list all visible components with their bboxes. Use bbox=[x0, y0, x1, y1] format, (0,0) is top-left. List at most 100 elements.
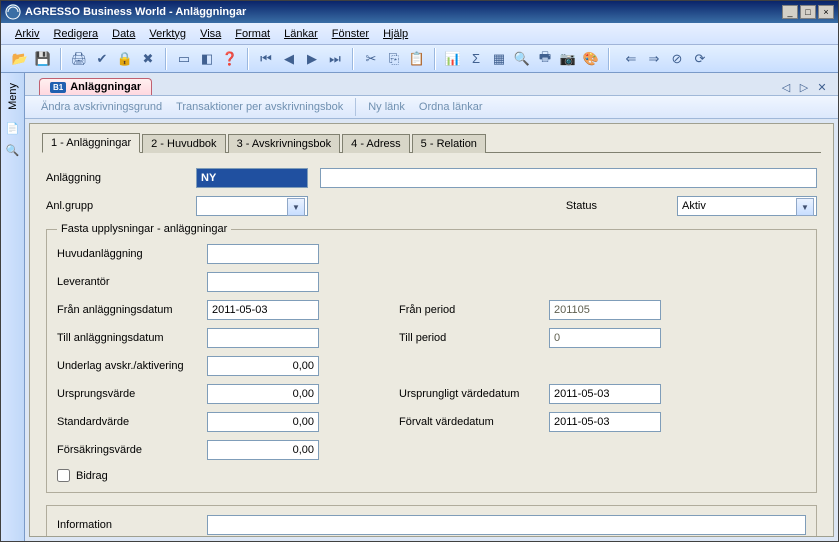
cut-icon[interactable]: ✂ bbox=[360, 48, 382, 70]
anlgrupp-select[interactable] bbox=[196, 196, 308, 216]
fran-period-input bbox=[549, 300, 661, 320]
status-label: Status bbox=[566, 200, 597, 212]
window-title: AGRESSO Business World - Anläggningar bbox=[25, 6, 782, 18]
menu-bar: Arkiv Redigera Data Verktyg Visa Format … bbox=[1, 23, 838, 45]
form-tab-3[interactable]: 3 - Avskrivningsbok bbox=[228, 134, 341, 153]
zoom-icon[interactable]: 🔍 bbox=[511, 48, 533, 70]
ursprungsvarde-label: Ursprungsvärde bbox=[57, 388, 207, 400]
tab-next-icon[interactable]: ▷ bbox=[796, 79, 812, 95]
bidrag-checkbox[interactable] bbox=[57, 469, 70, 482]
menu-arkiv[interactable]: Arkiv bbox=[9, 26, 45, 42]
left-sidebar: Meny 📄 🔍 bbox=[1, 73, 25, 541]
till-period-label: Till period bbox=[399, 332, 549, 344]
menu-redigera[interactable]: Redigera bbox=[47, 26, 104, 42]
refresh-icon[interactable]: ⟳ bbox=[689, 48, 711, 70]
app-icon bbox=[5, 4, 21, 20]
maximize-button[interactable]: □ bbox=[800, 5, 816, 19]
menu-verktyg[interactable]: Verktyg bbox=[143, 26, 192, 42]
stop-icon[interactable]: ⊘ bbox=[666, 48, 688, 70]
link-andra-avskrivningsgrund[interactable]: Ändra avskrivningsgrund bbox=[35, 99, 168, 115]
leverantor-input[interactable] bbox=[207, 272, 319, 292]
forward-icon[interactable]: ⇒ bbox=[643, 48, 665, 70]
tab-close-icon[interactable]: ✕ bbox=[814, 79, 830, 95]
doc-icon[interactable]: 📄 bbox=[4, 120, 22, 138]
help-icon[interactable]: ❓ bbox=[219, 48, 241, 70]
form-tab-4[interactable]: 4 - Adress bbox=[342, 134, 410, 153]
next-icon[interactable]: ▶ bbox=[301, 48, 323, 70]
doc-tab-badge: B1 bbox=[50, 82, 66, 93]
anlaggning-desc-input[interactable] bbox=[320, 168, 817, 188]
ursprungsvarde-input[interactable] bbox=[207, 384, 319, 404]
till-anlaggningsdatum-label: Till anläggningsdatum bbox=[57, 332, 207, 344]
close-button[interactable]: × bbox=[818, 5, 834, 19]
form-tab-5[interactable]: 5 - Relation bbox=[412, 134, 486, 153]
document-tabs: B1 Anläggningar ◁ ▷ ✕ bbox=[25, 73, 838, 95]
toolbar: 📂 💾 🖨 ✔ 🔒 ✖ ▭ ◧ ❓ ⏮ ◀ ▶ ⏭ ✂ ⎘ 📋 📊 Σ ▦ 🔍 … bbox=[1, 45, 838, 73]
chart-icon[interactable]: 📊 bbox=[442, 48, 464, 70]
anlgrupp-label: Anl.grupp bbox=[46, 200, 196, 212]
forvalt-vardedatum-input[interactable] bbox=[549, 412, 661, 432]
form-tab-1[interactable]: 1 - Anläggningar bbox=[42, 133, 140, 153]
huvudanlaggning-input[interactable] bbox=[207, 244, 319, 264]
ursprungligt-vardedatum-input[interactable] bbox=[549, 384, 661, 404]
delete-icon[interactable]: ✖ bbox=[137, 48, 159, 70]
doc-tab-anlaggningar[interactable]: B1 Anläggningar bbox=[39, 78, 152, 95]
fieldset-legend: Fasta upplysningar - anläggningar bbox=[57, 223, 231, 235]
new-row-icon[interactable]: ▭ bbox=[173, 48, 195, 70]
anlaggning-input[interactable] bbox=[196, 168, 308, 188]
information-label: Information bbox=[57, 519, 207, 531]
forsakringsvarde-label: Försäkringsvärde bbox=[57, 444, 207, 456]
action-link-bar: Ändra avskrivningsgrund Transaktioner pe… bbox=[25, 95, 838, 119]
bidrag-label: Bidrag bbox=[76, 470, 108, 482]
first-icon[interactable]: ⏮ bbox=[255, 48, 277, 70]
till-period-input bbox=[549, 328, 661, 348]
tab-prev-icon[interactable]: ◁ bbox=[778, 79, 794, 95]
camera-icon[interactable]: 📷 bbox=[557, 48, 579, 70]
sidebar-meny-label[interactable]: Meny bbox=[5, 77, 21, 116]
leverantor-label: Leverantör bbox=[57, 276, 207, 288]
information-fieldset: Information bbox=[46, 505, 817, 537]
menu-format[interactable]: Format bbox=[229, 26, 276, 42]
confirm-icon[interactable]: ✔ bbox=[91, 48, 113, 70]
link-transaktioner-per-avskrivningsbok[interactable]: Transaktioner per avskrivningsbok bbox=[170, 99, 349, 115]
fasta-upplysningar-fieldset: Fasta upplysningar - anläggningar Huvuda… bbox=[46, 223, 817, 493]
link-ny-lank[interactable]: Ny länk bbox=[362, 99, 411, 115]
fran-anlaggningsdatum-input[interactable] bbox=[207, 300, 319, 320]
ursprungligt-vardedatum-label: Ursprungligt värdedatum bbox=[399, 388, 549, 400]
sum-icon[interactable]: Σ bbox=[465, 48, 487, 70]
minimize-button[interactable]: _ bbox=[782, 5, 798, 19]
open-icon[interactable]: 📂 bbox=[9, 48, 31, 70]
lock-icon[interactable]: 🔒 bbox=[114, 48, 136, 70]
print-icon[interactable]: 🖨 bbox=[68, 48, 90, 70]
fran-anlaggningsdatum-label: Från anläggningsdatum bbox=[57, 304, 207, 316]
form-panel: 1 - Anläggningar 2 - Huvudbok 3 - Avskri… bbox=[29, 123, 834, 537]
information-input[interactable] bbox=[207, 515, 806, 535]
menu-lankar[interactable]: Länkar bbox=[278, 26, 324, 42]
link-ordna-lankar[interactable]: Ordna länkar bbox=[413, 99, 489, 115]
menu-fonster[interactable]: Fönster bbox=[326, 26, 375, 42]
prev-icon[interactable]: ◀ bbox=[278, 48, 300, 70]
till-anlaggningsdatum-input[interactable] bbox=[207, 328, 319, 348]
paste-icon[interactable]: 📋 bbox=[406, 48, 428, 70]
menu-data[interactable]: Data bbox=[106, 26, 141, 42]
forsakringsvarde-input[interactable] bbox=[207, 440, 319, 460]
anlaggning-label: Anläggning bbox=[46, 172, 196, 184]
palette-icon[interactable]: 🎨 bbox=[580, 48, 602, 70]
form-tab-2[interactable]: 2 - Huvudbok bbox=[142, 134, 225, 153]
menu-hjalp[interactable]: Hjälp bbox=[377, 26, 414, 42]
underlag-input[interactable] bbox=[207, 356, 319, 376]
standardvarde-label: Standardvärde bbox=[57, 416, 207, 428]
tree-icon[interactable]: ◧ bbox=[196, 48, 218, 70]
status-select[interactable]: Aktiv bbox=[677, 196, 817, 216]
grid-icon[interactable]: ▦ bbox=[488, 48, 510, 70]
last-icon[interactable]: ⏭ bbox=[324, 48, 346, 70]
copy-icon[interactable]: ⎘ bbox=[383, 48, 405, 70]
print2-icon[interactable]: 🖶 bbox=[534, 48, 556, 70]
save-icon[interactable]: 💾 bbox=[32, 48, 54, 70]
huvudanlaggning-label: Huvudanläggning bbox=[57, 248, 207, 260]
search-icon[interactable]: 🔍 bbox=[4, 142, 22, 160]
menu-visa[interactable]: Visa bbox=[194, 26, 227, 42]
standardvarde-input[interactable] bbox=[207, 412, 319, 432]
back-icon[interactable]: ⇐ bbox=[620, 48, 642, 70]
forvalt-vardedatum-label: Förvalt värdedatum bbox=[399, 416, 549, 428]
